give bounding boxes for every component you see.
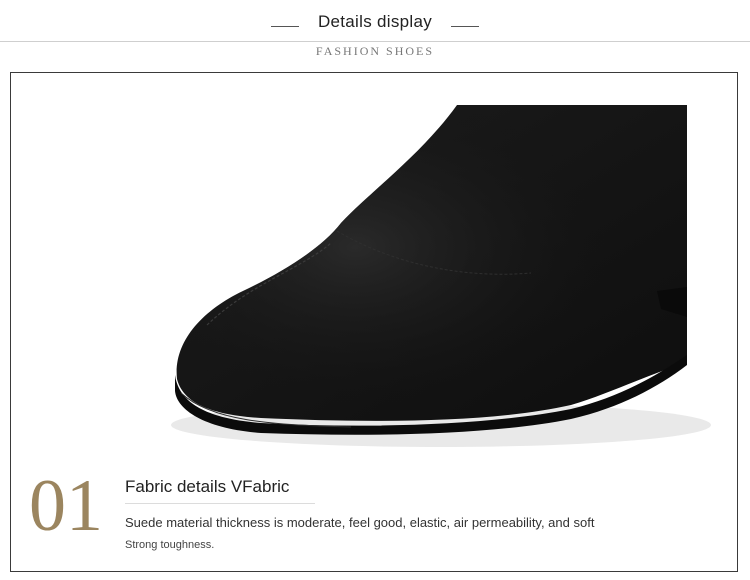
section-note: Strong toughness. bbox=[125, 539, 215, 551]
page-header: Details display FASHION SHOES bbox=[0, 0, 750, 70]
title-dash-left bbox=[271, 25, 300, 27]
section-description: Suede material thickness is moderate, fe… bbox=[125, 515, 595, 530]
detail-card: 01 Fabric details VFabric Suede material… bbox=[10, 72, 738, 572]
title-dash-right bbox=[450, 25, 479, 27]
title-row: Details display bbox=[0, 12, 750, 32]
page-title: Details display bbox=[317, 12, 433, 31]
title-underline bbox=[125, 503, 315, 504]
page-subtitle: FASHION SHOES bbox=[315, 44, 435, 58]
header-divider bbox=[0, 41, 750, 42]
section-number: 01 bbox=[29, 465, 103, 547]
shoe-photo bbox=[11, 73, 737, 473]
detail-caption: 01 Fabric details VFabric Suede material… bbox=[11, 463, 737, 571]
section-title: Fabric details VFabric bbox=[125, 477, 290, 496]
